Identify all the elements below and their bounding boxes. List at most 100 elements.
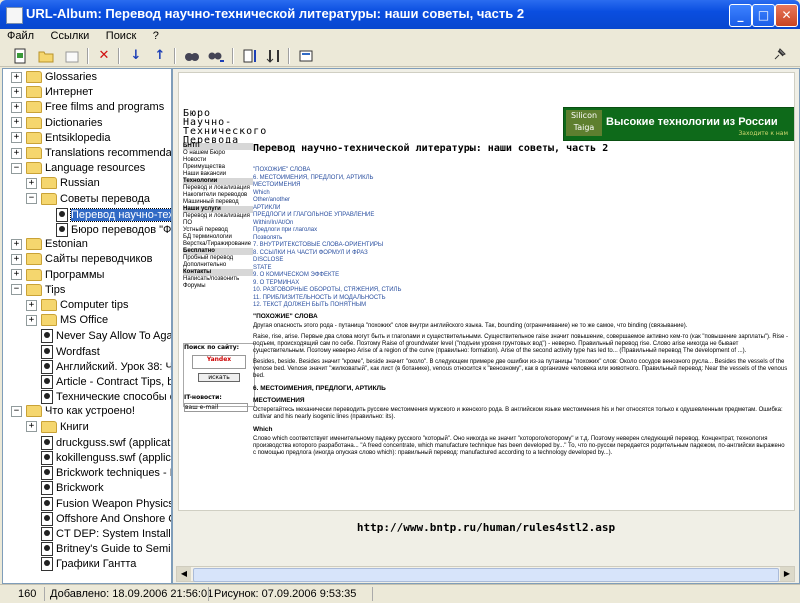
tree-item[interactable]: Never Say Allow To Again: [26, 329, 171, 344]
delete-icon[interactable]: ✕: [96, 48, 112, 64]
tree-item[interactable]: Перевод научно-техни: [41, 207, 171, 222]
nav-link[interactable]: Новости: [183, 157, 253, 164]
title-bar[interactable]: URL-Album: Перевод научно-технической ли…: [0, 0, 800, 29]
nav-link[interactable]: О нашем Бюро: [183, 150, 253, 157]
sort-order-icon[interactable]: [266, 48, 282, 64]
banner-ad[interactable]: Silicon Taiga Высокие технологии из Росс…: [563, 107, 794, 141]
expand-icon[interactable]: +: [11, 132, 22, 144]
expand-icon[interactable]: +: [11, 253, 22, 265]
page-url[interactable]: http://www.bntp.ru/human/rules4stl2.asp: [173, 521, 799, 534]
properties-icon[interactable]: [298, 48, 314, 64]
expand-icon[interactable]: +: [11, 269, 22, 281]
tree-item[interactable]: + Dictionaries: [11, 117, 102, 130]
toc-link[interactable]: МЕСТОИМЕНИЯ: [253, 182, 401, 190]
open-folder-icon[interactable]: [38, 48, 54, 64]
move-up-icon[interactable]: ↑: [152, 48, 168, 64]
move-down-icon[interactable]: ↓: [128, 48, 144, 64]
nav-link[interactable]: Форумы: [183, 283, 253, 290]
horizontal-scrollbar[interactable]: ◀ ▶: [176, 566, 795, 582]
tree-item[interactable]: + MS Office: [26, 314, 108, 327]
tree-item[interactable]: Wordfast: [26, 344, 100, 359]
expand-icon[interactable]: +: [11, 238, 22, 250]
tree-item[interactable]: Fusion Weapon Physics: [26, 496, 171, 511]
nav-link[interactable]: Наши вакансии: [183, 171, 253, 178]
nav-link[interactable]: Написать/позвонить: [183, 276, 253, 283]
tree-item[interactable]: + Translations recommendations: [11, 147, 171, 160]
blank-icon[interactable]: [64, 48, 80, 64]
find-next-icon[interactable]: [208, 48, 224, 64]
scroll-right-icon[interactable]: ▶: [780, 567, 794, 581]
search-button[interactable]: искать: [198, 373, 240, 382]
toc-link[interactable]: 9. О КОМИЧЕСКОМ ЭФФЕКТЕ: [253, 272, 401, 280]
expand-icon[interactable]: +: [26, 314, 37, 326]
tree-item[interactable]: Brickwork techniques - Brickw: [26, 466, 171, 481]
tree-item[interactable]: + Free films and programs: [11, 101, 164, 114]
pin-icon[interactable]: [772, 48, 786, 65]
toc-link[interactable]: DISCLOSE: [253, 257, 401, 265]
collapse-icon[interactable]: −: [11, 162, 22, 174]
tree-item[interactable]: + Estonian: [11, 238, 88, 251]
toc-link[interactable]: Within/In/At/On: [253, 220, 401, 228]
tree-item[interactable]: + Сайты переводчиков: [11, 253, 152, 266]
nav-link[interactable]: Устный перевод: [183, 227, 253, 234]
toc-link[interactable]: 7. ВНУТРИТЕКСТОВЫЕ СЛОВА-ОРИЕНТИРЫ: [253, 242, 401, 250]
tree-item[interactable]: − Советы перевода: [26, 193, 150, 206]
menu-search[interactable]: Поиск: [99, 29, 142, 42]
bookmark-tree[interactable]: + Glossaries + Интернет + Free films and prog…: [2, 68, 172, 584]
new-page-icon[interactable]: [12, 48, 28, 64]
tree-item[interactable]: kokillenguss.swf (application/: [26, 451, 171, 465]
nav-link[interactable]: Перевод и локализация ПО: [183, 213, 253, 227]
nav-link[interactable]: Накопители переводов: [183, 192, 253, 199]
toc-link[interactable]: Позволять: [253, 235, 401, 243]
toc-link[interactable]: STATE: [253, 265, 401, 273]
tree-item[interactable]: CT DEP: System Installation: [26, 527, 171, 541]
tree-item[interactable]: + Интернет: [11, 86, 93, 99]
tree-item[interactable]: + Entsiklopedia: [11, 132, 110, 145]
expand-icon[interactable]: +: [26, 421, 37, 433]
expand-icon[interactable]: +: [11, 101, 22, 113]
tree-item[interactable]: + Computer tips: [26, 299, 128, 312]
toc-link[interactable]: 11. ПРИБЛИЗИТЕЛЬНОСТЬ И МОДАЛЬНОСТЬ: [253, 295, 401, 303]
email-field[interactable]: ваш e-mail: [184, 403, 248, 412]
collapse-icon[interactable]: −: [11, 405, 22, 417]
nav-link[interactable]: БД терминологии: [183, 234, 253, 241]
tree-item[interactable]: + Книги: [26, 421, 89, 434]
nav-link[interactable]: Пробный перевод: [183, 255, 253, 262]
nav-link[interactable]: Преимущества: [183, 164, 253, 171]
toc-link[interactable]: 8. ССЫЛКИ НА ЧАСТИ ФОРМУЛ И ФРАЗ: [253, 250, 401, 258]
nav-link[interactable]: Машинный перевод: [183, 199, 253, 206]
tree-item[interactable]: Britney's Guide to Semicondu: [26, 542, 171, 557]
expand-icon[interactable]: +: [11, 147, 22, 159]
collapse-icon[interactable]: −: [26, 193, 37, 205]
tree-item[interactable]: Английский. Урок 38: Четы: [26, 359, 171, 374]
find-icon[interactable]: [184, 48, 200, 64]
expand-icon[interactable]: +: [11, 117, 22, 129]
nav-link[interactable]: Верстка/Тиражирование: [183, 241, 253, 248]
minimize-button[interactable]: _: [729, 4, 752, 27]
tree-item[interactable]: − Language resources: [11, 162, 145, 175]
collapse-icon[interactable]: −: [11, 284, 22, 296]
sort-icon[interactable]: [242, 48, 258, 64]
tree-item[interactable]: Графики Гантта: [26, 557, 136, 572]
tree-item[interactable]: − Что как устроено!: [11, 405, 135, 418]
tree-item[interactable]: Технические способы обм: [26, 390, 171, 405]
scroll-left-icon[interactable]: ◀: [177, 567, 191, 581]
toc-link[interactable]: Предлоги при глаголах: [253, 227, 401, 235]
menu-file[interactable]: Файл: [0, 29, 40, 42]
toc-link[interactable]: 10. РАЗГОВОРНЫЕ ОБОРОТЫ, СТЯЖЕНИЯ, СТИЛЬ: [253, 287, 401, 295]
toc-link[interactable]: "ПОХОЖИЕ" СЛОВА: [253, 167, 401, 175]
toc-link[interactable]: ПРЕДЛОГИ И ГЛАГОЛЬНОЕ УПРАВЛЕНИЕ: [253, 212, 401, 220]
toc-link[interactable]: АРТИКЛИ: [253, 205, 401, 213]
expand-icon[interactable]: +: [26, 177, 37, 189]
tree-item[interactable]: − Tips: [11, 284, 65, 297]
tree-item[interactable]: + Программы: [11, 269, 104, 282]
search-field[interactable]: Yandex: [192, 355, 246, 369]
toc-link[interactable]: Which: [253, 190, 401, 198]
toc-link[interactable]: Other/another: [253, 197, 401, 205]
expand-icon[interactable]: +: [11, 86, 22, 98]
menu-help[interactable]: ?: [146, 29, 165, 42]
nav-link[interactable]: Дополнительно: [183, 262, 253, 269]
tree-item[interactable]: druckguss.swf (application/x: [26, 435, 171, 450]
tree-item[interactable]: Бюро переводов "Фон: [41, 223, 171, 237]
toc-link[interactable]: 9. О ТЕРМИНАХ: [253, 280, 401, 288]
